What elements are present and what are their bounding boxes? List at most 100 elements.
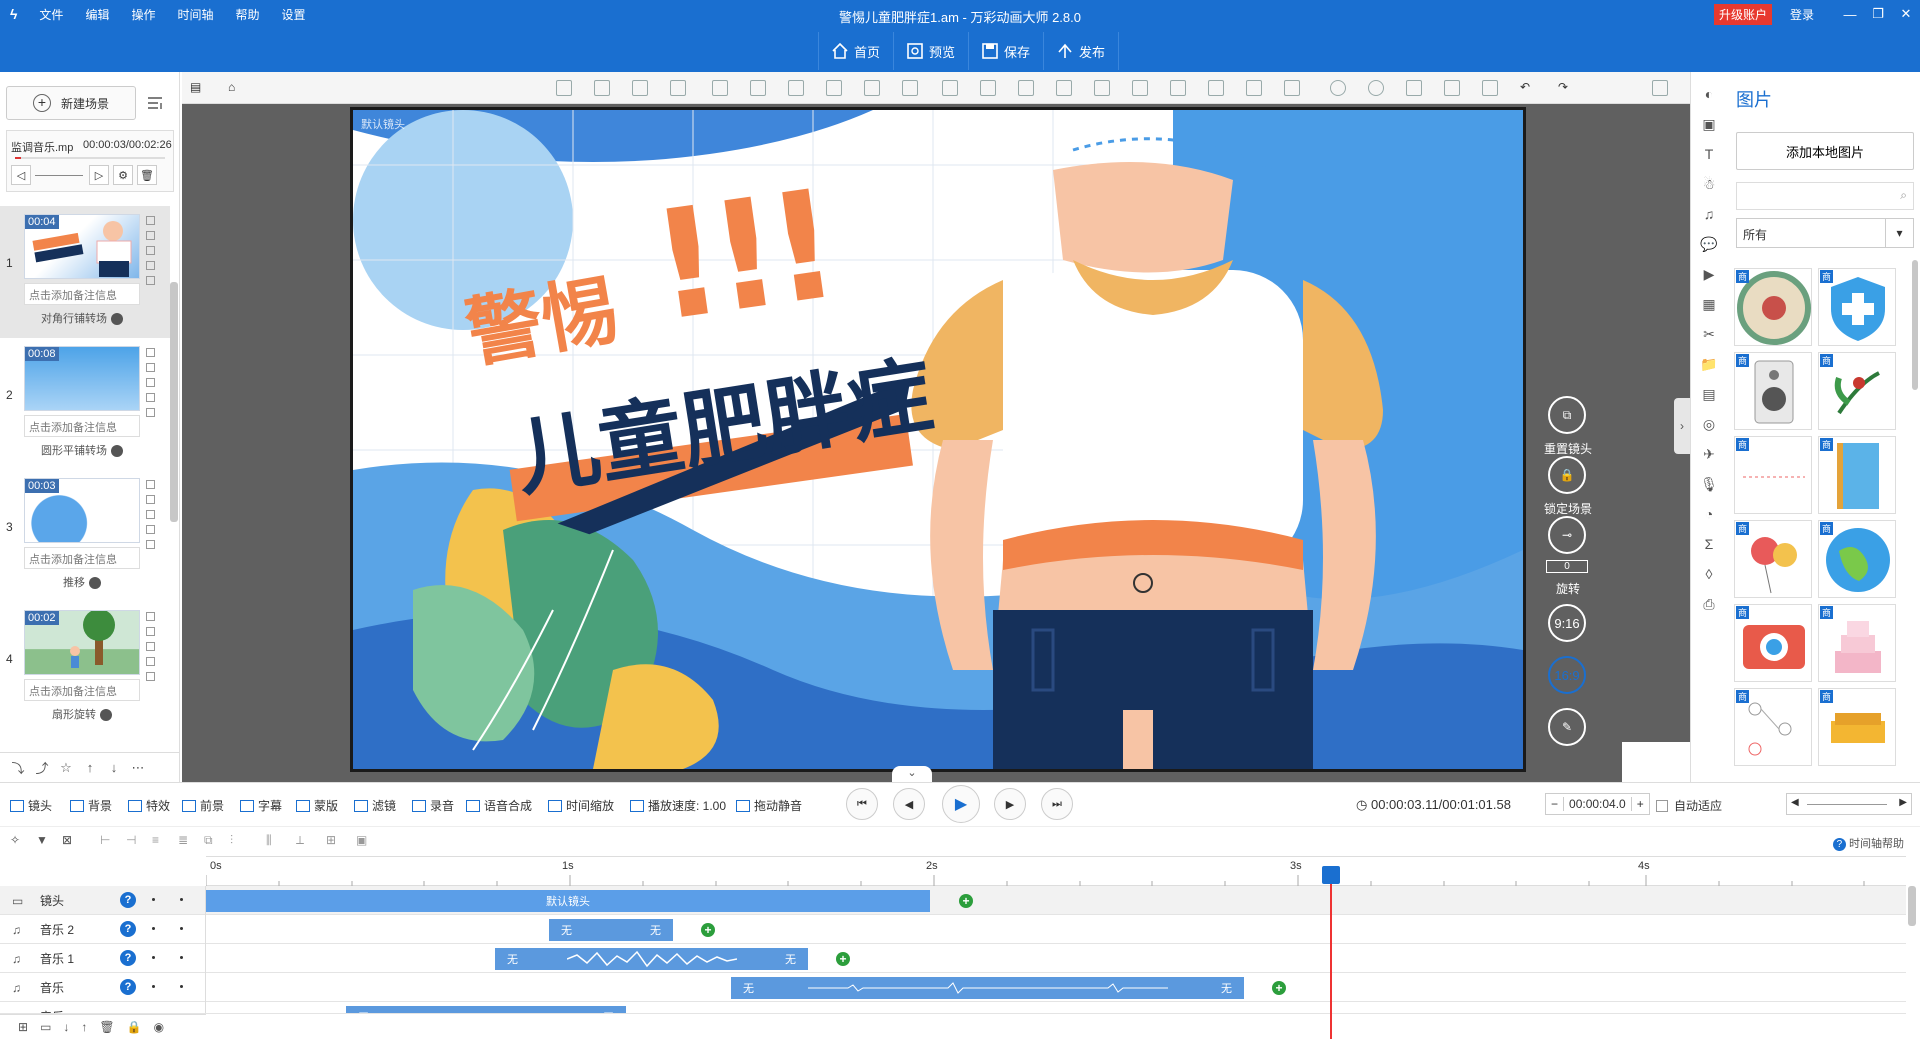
text-icon[interactable]: T <box>1699 144 1719 164</box>
minimize-icon[interactable]: — <box>1836 7 1864 22</box>
library-item[interactable]: 商 <box>1818 604 1896 682</box>
audio-delete-icon[interactable]: 🗑 <box>137 165 157 185</box>
timeline-ruler[interactable]: 0s 1s 2s 3s 4s <box>206 856 1906 887</box>
paste-icon[interactable] <box>146 510 155 519</box>
export-icon[interactable]: ⤴ <box>30 757 54 779</box>
camera-tool[interactable]: 镜头 <box>10 797 52 814</box>
star-icon[interactable] <box>146 540 155 549</box>
duration-value[interactable]: 00:00:04.0 <box>1563 797 1632 811</box>
playhead-handle[interactable] <box>1322 866 1340 884</box>
timeline-clip[interactable]: 无无 <box>731 977 1244 999</box>
auto-fit-checkbox[interactable]: 自动适应 <box>1656 797 1722 814</box>
move-up-icon[interactable]: ↑ <box>78 757 102 779</box>
home-stage-icon[interactable]: ⌂ <box>228 80 244 96</box>
scene-thumbnail[interactable]: 00:08 <box>24 346 140 411</box>
align-start-icon[interactable]: ⊢ <box>100 833 110 847</box>
home-button[interactable]: 首页 <box>818 32 893 70</box>
video-icon[interactable]: ▶ <box>1699 264 1719 284</box>
library-item[interactable]: 商 <box>1734 688 1812 766</box>
library-search-input[interactable]: ⌕ <box>1736 182 1914 210</box>
volume-down-icon[interactable]: ◁ <box>11 165 31 185</box>
paste-icon[interactable] <box>1482 80 1498 96</box>
send-back-icon[interactable] <box>670 80 686 96</box>
gallery-icon[interactable]: ▦ <box>1699 294 1719 314</box>
scene-note[interactable]: 点击添加备注信息 <box>24 679 140 701</box>
tts-tool[interactable]: 语音合成 <box>466 797 532 814</box>
lock-dot[interactable] <box>180 898 183 901</box>
hide-icon[interactable] <box>902 80 918 96</box>
record-tool[interactable]: 录音 <box>412 797 454 814</box>
lock-canvas-icon[interactable] <box>1406 80 1422 96</box>
eye-icon[interactable]: ◉ <box>154 1020 164 1034</box>
step-back-button[interactable]: ◀ <box>893 788 925 820</box>
volume-up-icon[interactable]: ▷ <box>89 165 109 185</box>
zoom-out-icon[interactable]: ◀ <box>1791 797 1799 808</box>
background-tool[interactable]: 背景 <box>70 797 112 814</box>
save-button[interactable]: 保存 <box>968 32 1043 70</box>
track-header[interactable]: ▭ 镜头? <box>0 886 206 915</box>
merge-icon[interactable] <box>146 525 155 534</box>
add-track-icon[interactable]: ⊞ <box>18 1020 28 1034</box>
scene-scrollbar[interactable] <box>170 282 178 522</box>
help-icon[interactable]: ? <box>120 979 136 995</box>
shape-icon[interactable]: ◐ <box>1699 84 1719 104</box>
library-item[interactable]: 商 <box>1734 268 1812 346</box>
merge-icon[interactable] <box>146 261 155 270</box>
align-middle-icon[interactable] <box>1094 80 1110 96</box>
snap-icon[interactable]: ⊞ <box>326 833 336 847</box>
scene-note[interactable]: 点击添加备注信息 <box>24 415 140 437</box>
star-icon[interactable] <box>146 408 155 417</box>
same-width-icon[interactable] <box>1246 80 1262 96</box>
prev-scene-button[interactable]: ⏮ <box>846 788 878 820</box>
import-icon[interactable]: ⤵ <box>6 757 30 779</box>
preview-button[interactable]: 预览 <box>893 32 968 70</box>
group-icon[interactable]: ⧉ <box>204 833 213 848</box>
drag-mute-tool[interactable]: 拖动静音 <box>736 797 802 814</box>
tools-icon[interactable]: ✂ <box>1699 324 1719 344</box>
flip-h-icon[interactable] <box>712 80 728 96</box>
chart-icon[interactable]: ◔ <box>1699 504 1719 524</box>
track-header[interactable]: ♫ 音乐 1? <box>0 944 206 973</box>
zoom-in-icon[interactable] <box>1330 80 1346 96</box>
add-keyframe-icon[interactable]: + <box>959 894 973 908</box>
ratio-16-9-button[interactable]: 16:9 <box>1548 656 1586 694</box>
track-header[interactable]: ♫音乐 <box>0 1002 206 1013</box>
library-item[interactable]: 商 <box>1818 268 1896 346</box>
image-icon[interactable]: ▣ <box>1699 114 1719 134</box>
library-filter-select[interactable]: 所有 ▾ <box>1736 218 1914 248</box>
next-scene-button[interactable]: ⏭ <box>1041 788 1073 820</box>
copy-icon[interactable] <box>146 612 155 621</box>
publish-button[interactable]: 发布 <box>1043 32 1120 70</box>
film-icon[interactable]: ▤ <box>1699 384 1719 404</box>
move-down-icon[interactable]: ↓ <box>102 757 126 779</box>
filter-icon[interactable]: ▼ <box>36 833 48 847</box>
reset-camera-button[interactable]: ⧉ <box>1548 396 1586 434</box>
filter-tool[interactable]: 滤镜 <box>354 797 396 814</box>
step-forward-button[interactable]: ▶ <box>994 788 1026 820</box>
foreground-tool[interactable]: 前景 <box>182 797 224 814</box>
scene-note[interactable]: 点击添加备注信息 <box>24 547 140 569</box>
music-icon[interactable]: ♫ <box>1699 204 1719 224</box>
login-link[interactable]: 登录 <box>1790 6 1814 23</box>
scene-transition[interactable]: 对角行铺转场 <box>24 310 140 326</box>
note-icon[interactable]: ▣ <box>356 833 367 847</box>
marker-icon[interactable]: ⟂ <box>296 833 304 848</box>
add-keyframe-icon[interactable]: + <box>701 923 715 937</box>
library-item[interactable]: 商 <box>1818 352 1896 430</box>
timeline-playhead[interactable] <box>1322 866 1340 1039</box>
effect-tool[interactable]: 特效 <box>128 797 170 814</box>
library-item[interactable]: 商 <box>1734 520 1812 598</box>
add-keyframe-icon[interactable]: ✧ <box>10 833 20 847</box>
scene-item[interactable]: 4 00:02 点击添加备注信息 扇形旋转 <box>0 602 170 734</box>
copy-icon[interactable] <box>146 480 155 489</box>
scene-item[interactable]: 2 00:08 点击添加备注信息 圆形平铺转场 <box>0 338 170 470</box>
library-item[interactable]: 商 <box>1734 436 1812 514</box>
visibility-dot[interactable] <box>152 956 155 959</box>
scene-thumbnail[interactable]: 00:02 <box>24 610 140 675</box>
flip-v-icon[interactable] <box>750 80 766 96</box>
copy-icon[interactable] <box>1444 80 1460 96</box>
timeline-clip[interactable]: 无无 <box>549 919 673 941</box>
align-top-icon[interactable] <box>1056 80 1072 96</box>
same-length-icon[interactable]: ≣ <box>178 833 188 847</box>
lock-dot[interactable] <box>180 985 183 988</box>
